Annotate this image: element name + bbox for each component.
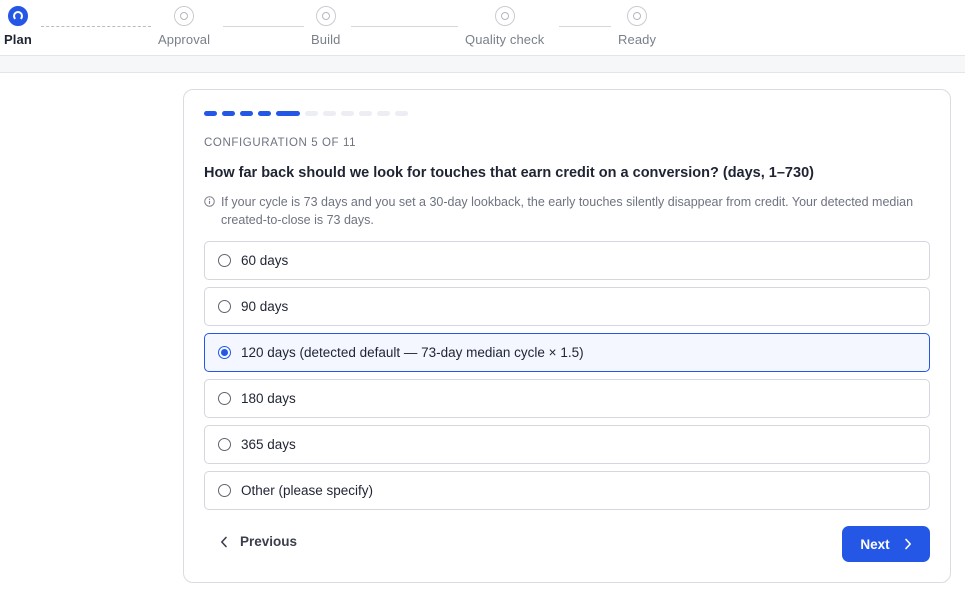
previous-button[interactable]: Previous bbox=[220, 534, 297, 549]
step-label: Ready bbox=[618, 32, 657, 47]
progress-segment bbox=[204, 111, 217, 116]
lookback-options: 60 days 90 days 120 days (detected defau… bbox=[204, 241, 930, 517]
next-button[interactable]: Next bbox=[842, 526, 930, 562]
radio-button[interactable] bbox=[218, 254, 231, 267]
radio-button[interactable] bbox=[218, 438, 231, 451]
option-label: 180 days bbox=[241, 391, 296, 406]
step-plan[interactable]: Plan bbox=[4, 6, 32, 47]
next-label: Next bbox=[860, 536, 890, 552]
stepper-connector bbox=[223, 26, 304, 27]
previous-label: Previous bbox=[240, 534, 298, 549]
option-120-days[interactable]: 120 days (detected default — 73-day medi… bbox=[204, 333, 930, 372]
chevron-right-icon bbox=[904, 538, 911, 550]
step-quality-check[interactable]: Quality check bbox=[465, 6, 544, 47]
step-build[interactable]: Build bbox=[311, 6, 340, 47]
stepper-connector bbox=[41, 26, 151, 27]
option-60-days[interactable]: 60 days bbox=[204, 241, 930, 280]
radio-button[interactable] bbox=[218, 300, 231, 313]
pending-circle-icon bbox=[315, 6, 336, 26]
option-label: 90 days bbox=[241, 299, 289, 314]
step-label: Build bbox=[311, 32, 341, 47]
progress-segment bbox=[377, 111, 390, 116]
info-icon bbox=[204, 196, 215, 207]
step-label: Plan bbox=[4, 32, 32, 47]
spinner-icon bbox=[7, 6, 28, 26]
step-approval[interactable]: Approval bbox=[158, 6, 210, 47]
progress-segment bbox=[258, 111, 271, 116]
option-label: 365 days bbox=[241, 437, 296, 452]
radio-button[interactable] bbox=[218, 392, 231, 405]
progress-segment bbox=[240, 111, 253, 116]
progress-segment bbox=[341, 111, 354, 116]
pending-circle-icon bbox=[174, 6, 195, 26]
option-label: 120 days (detected default — 73-day medi… bbox=[241, 345, 584, 360]
progress-segment bbox=[359, 111, 372, 116]
stepper-connector bbox=[559, 26, 611, 27]
pending-circle-icon bbox=[627, 6, 648, 26]
configuration-counter: CONFIGURATION 5 OF 11 bbox=[204, 137, 357, 149]
step-label: Approval bbox=[158, 32, 211, 47]
progress-segment bbox=[276, 111, 300, 116]
question-title: How far back should we look for touches … bbox=[204, 165, 814, 181]
pending-circle-icon bbox=[494, 6, 515, 26]
progress-segment bbox=[323, 111, 336, 116]
option-365-days[interactable]: 365 days bbox=[204, 425, 930, 464]
hint-message: If your cycle is 73 days and you set a 3… bbox=[221, 195, 914, 227]
radio-button[interactable] bbox=[218, 484, 231, 497]
question-card: CONFIGURATION 5 OF 11 How far back shoul… bbox=[183, 89, 951, 583]
option-label: 60 days bbox=[241, 253, 289, 268]
progress-segment bbox=[395, 111, 408, 116]
step-label: Quality check bbox=[465, 32, 545, 47]
option-label: Other (please specify) bbox=[241, 483, 374, 498]
option-other[interactable]: Other (please specify) bbox=[204, 471, 930, 510]
progress-stepper: Plan Approval Build Quality check Ready bbox=[0, 0, 965, 56]
option-90-days[interactable]: 90 days bbox=[204, 287, 930, 326]
radio-button[interactable] bbox=[218, 346, 231, 359]
chevron-left-icon bbox=[220, 536, 227, 547]
hint-text: If your cycle is 73 days and you set a 3… bbox=[204, 193, 934, 229]
progress-segment bbox=[305, 111, 318, 116]
configuration-progress-bar bbox=[204, 111, 408, 116]
progress-segment bbox=[222, 111, 235, 116]
header-band bbox=[0, 56, 965, 73]
option-180-days[interactable]: 180 days bbox=[204, 379, 930, 418]
step-ready[interactable]: Ready bbox=[618, 6, 656, 47]
stepper-connector bbox=[351, 26, 458, 27]
